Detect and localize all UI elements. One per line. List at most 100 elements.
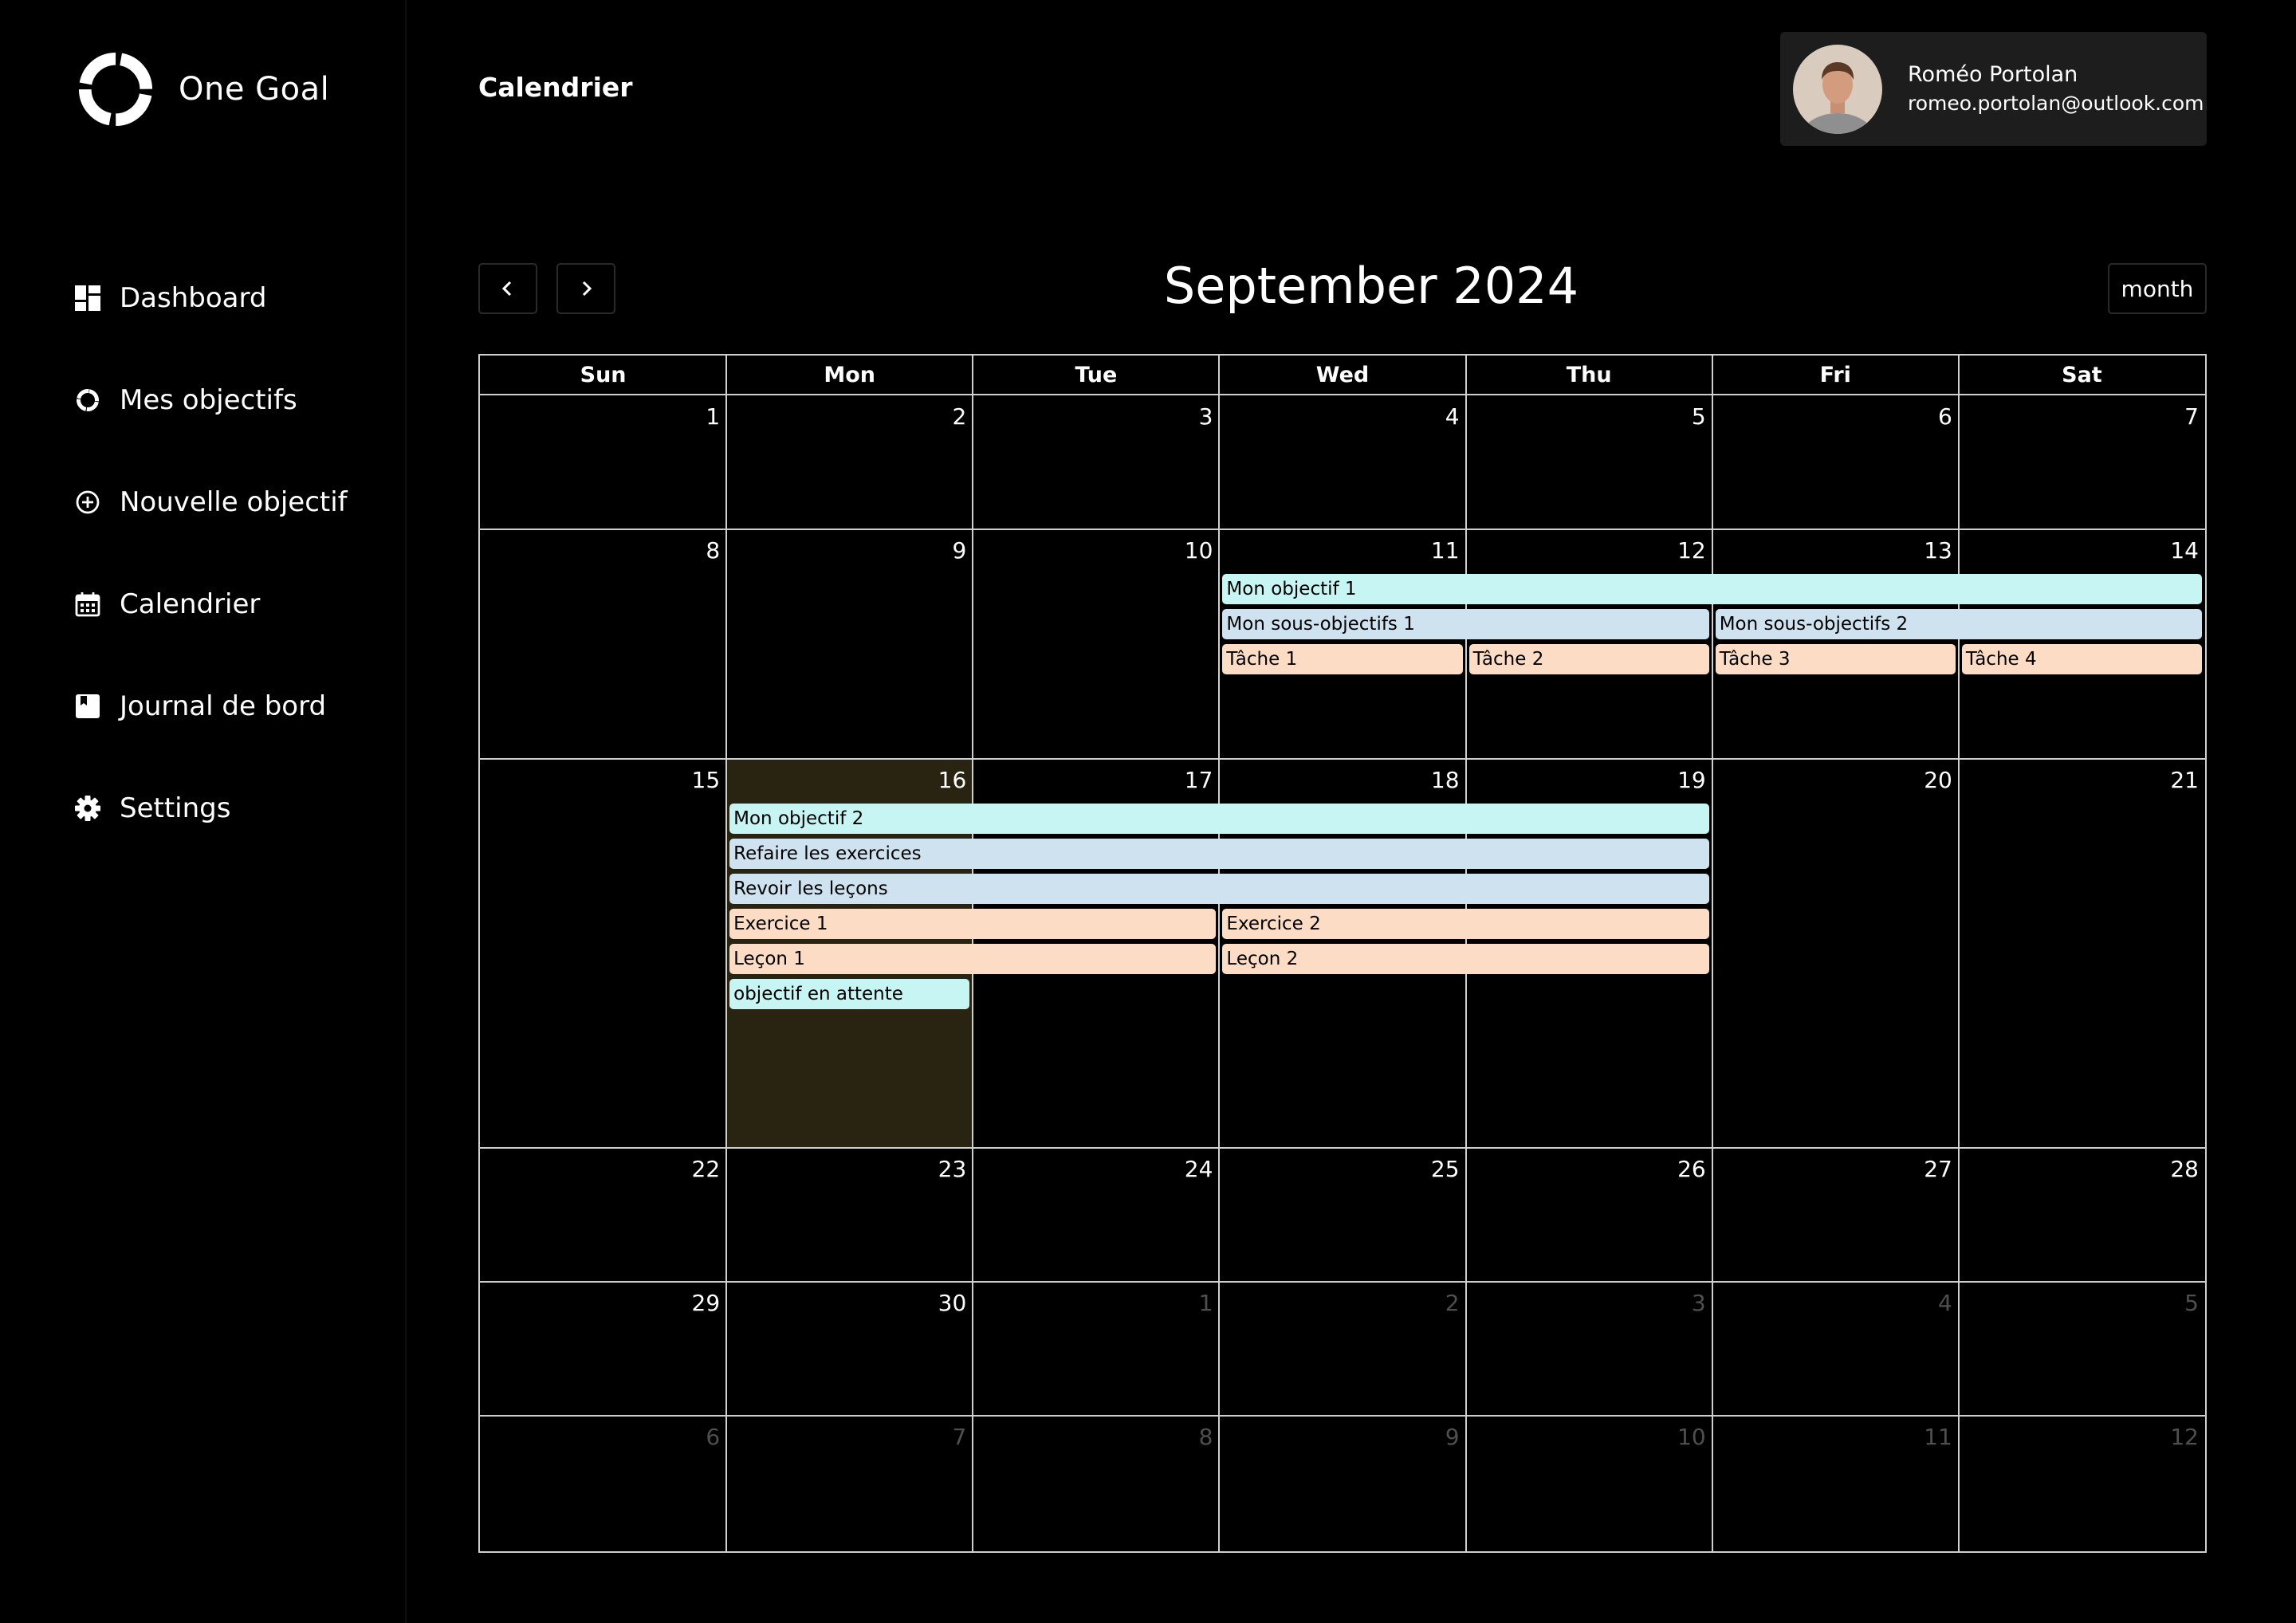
day-cell[interactable]: 3 [973,395,1219,529]
calendar-event[interactable]: Mon objectif 2 [729,804,1709,834]
day-number[interactable]: 21 [2170,767,2199,793]
day-cell[interactable]: 6 [480,1416,726,1550]
day-number[interactable]: 3 [1199,403,1213,430]
day-number[interactable]: 29 [692,1290,721,1316]
prev-month-button[interactable] [478,263,537,314]
day-cell[interactable]: 7 [726,1416,973,1550]
calendar-event[interactable]: Tâche 1 [1222,644,1463,674]
day-number[interactable]: 16 [938,767,967,793]
day-number[interactable]: 6 [1938,403,1952,430]
day-cell[interactable]: 20 [1712,759,1959,1148]
day-number[interactable]: 15 [692,767,721,793]
day-number[interactable]: 11 [1431,537,1460,564]
day-number[interactable]: 23 [938,1156,967,1182]
sidebar-item-nouvelle-objectif[interactable]: Nouvelle objectif [73,451,348,553]
day-number[interactable]: 12 [2170,1424,2199,1450]
day-cell[interactable]: 4 [1712,1282,1959,1416]
day-cell[interactable]: 26 [1466,1148,1712,1282]
calendar-event[interactable]: Mon sous-objectifs 2 [1715,609,2202,639]
day-cell[interactable]: 23 [726,1148,973,1282]
sidebar-item-journal-de-bord[interactable]: Journal de bord [73,655,348,757]
sidebar-item-settings[interactable]: Settings [73,757,348,859]
calendar-event[interactable]: Leçon 1 [729,944,1217,974]
day-cell[interactable]: 10 [1466,1416,1712,1550]
day-number[interactable]: 4 [1445,403,1460,430]
day-number[interactable]: 1 [1199,1290,1213,1316]
day-number[interactable]: 8 [706,537,720,564]
day-number[interactable]: 30 [938,1290,967,1316]
calendar-event[interactable]: Revoir les leçons [729,874,1709,904]
day-number[interactable]: 5 [2184,1290,2199,1316]
day-cell[interactable]: 12 [1959,1416,2205,1550]
day-number[interactable]: 19 [1677,767,1706,793]
day-number[interactable]: 9 [1445,1424,1460,1450]
day-cell[interactable]: 10 [973,529,1219,759]
day-cell[interactable]: 7 [1959,395,2205,529]
day-cell[interactable]: 2 [726,395,973,529]
day-number[interactable]: 2 [1445,1290,1460,1316]
day-number[interactable]: 28 [2170,1156,2199,1182]
day-cell[interactable]: 27 [1712,1148,1959,1282]
day-number[interactable]: 3 [1692,1290,1706,1316]
calendar-event[interactable]: Leçon 2 [1222,944,1709,974]
sidebar-item-dashboard[interactable]: Dashboard [73,247,348,349]
day-cell[interactable]: 8 [480,529,726,759]
day-cell[interactable]: 11 [1712,1416,1959,1550]
day-number[interactable]: 14 [2170,537,2199,564]
calendar-event[interactable]: Exercice 1 [729,909,1217,939]
day-cell[interactable]: 24 [973,1148,1219,1282]
day-number[interactable]: 7 [952,1424,966,1450]
day-number[interactable]: 4 [1938,1290,1952,1316]
day-number[interactable]: 7 [2184,403,2199,430]
calendar-event[interactable]: Tâche 4 [1961,644,2202,674]
day-cell[interactable]: 2 [1219,1282,1465,1416]
day-cell[interactable]: 9 [1219,1416,1465,1550]
calendar-event[interactable]: Tâche 2 [1468,644,1709,674]
user-card[interactable]: Roméo Portolan romeo.portolan@outlook.co… [1780,32,2207,146]
day-cell[interactable]: 1 [973,1282,1219,1416]
day-number[interactable]: 8 [1199,1424,1213,1450]
day-number[interactable]: 17 [1185,767,1213,793]
calendar-event[interactable]: Refaire les exercices [729,839,1709,869]
day-cell[interactable]: 21 [1959,759,2205,1148]
day-number[interactable]: 13 [1924,537,1952,564]
day-number[interactable]: 22 [692,1156,721,1182]
day-cell[interactable]: 28 [1959,1148,2205,1282]
day-number[interactable]: 25 [1431,1156,1460,1182]
day-cell[interactable]: 22 [480,1148,726,1282]
day-number[interactable]: 2 [952,403,966,430]
day-cell[interactable]: 4 [1219,395,1465,529]
day-number[interactable]: 6 [706,1424,720,1450]
calendar-event[interactable]: Exercice 2 [1222,909,1709,939]
day-number[interactable]: 10 [1677,1424,1706,1450]
next-month-button[interactable] [556,263,615,314]
month-view-button[interactable]: month [2108,263,2207,314]
day-cell[interactable]: 5 [1959,1282,2205,1416]
day-cell[interactable]: 8 [973,1416,1219,1550]
day-cell[interactable]: 6 [1712,395,1959,529]
calendar-event[interactable]: Mon sous-objectifs 1 [1222,609,1709,639]
day-cell[interactable]: 25 [1219,1148,1465,1282]
sidebar-item-calendrier[interactable]: Calendrier [73,553,348,655]
day-number[interactable]: 12 [1677,537,1706,564]
day-number[interactable]: 24 [1185,1156,1213,1182]
day-cell[interactable]: 15 [480,759,726,1148]
day-number[interactable]: 1 [706,403,720,430]
day-number[interactable]: 18 [1431,767,1460,793]
calendar-event[interactable]: Tâche 3 [1715,644,1956,674]
day-cell[interactable]: 29 [480,1282,726,1416]
day-number[interactable]: 10 [1185,537,1213,564]
day-cell[interactable]: 5 [1466,395,1712,529]
day-cell[interactable]: 3 [1466,1282,1712,1416]
calendar-event[interactable]: Mon objectif 1 [1222,574,2202,604]
day-number[interactable]: 27 [1924,1156,1952,1182]
brand[interactable]: One Goal [77,49,329,129]
day-number[interactable]: 5 [1692,403,1706,430]
sidebar-item-mes-objectifs[interactable]: Mes objectifs [73,349,348,451]
calendar-event[interactable]: objectif en attente [729,979,970,1009]
day-number[interactable]: 20 [1924,767,1952,793]
day-number[interactable]: 26 [1677,1156,1706,1182]
day-cell[interactable]: 30 [726,1282,973,1416]
day-number[interactable]: 9 [952,537,966,564]
day-cell[interactable]: 1 [480,395,726,529]
